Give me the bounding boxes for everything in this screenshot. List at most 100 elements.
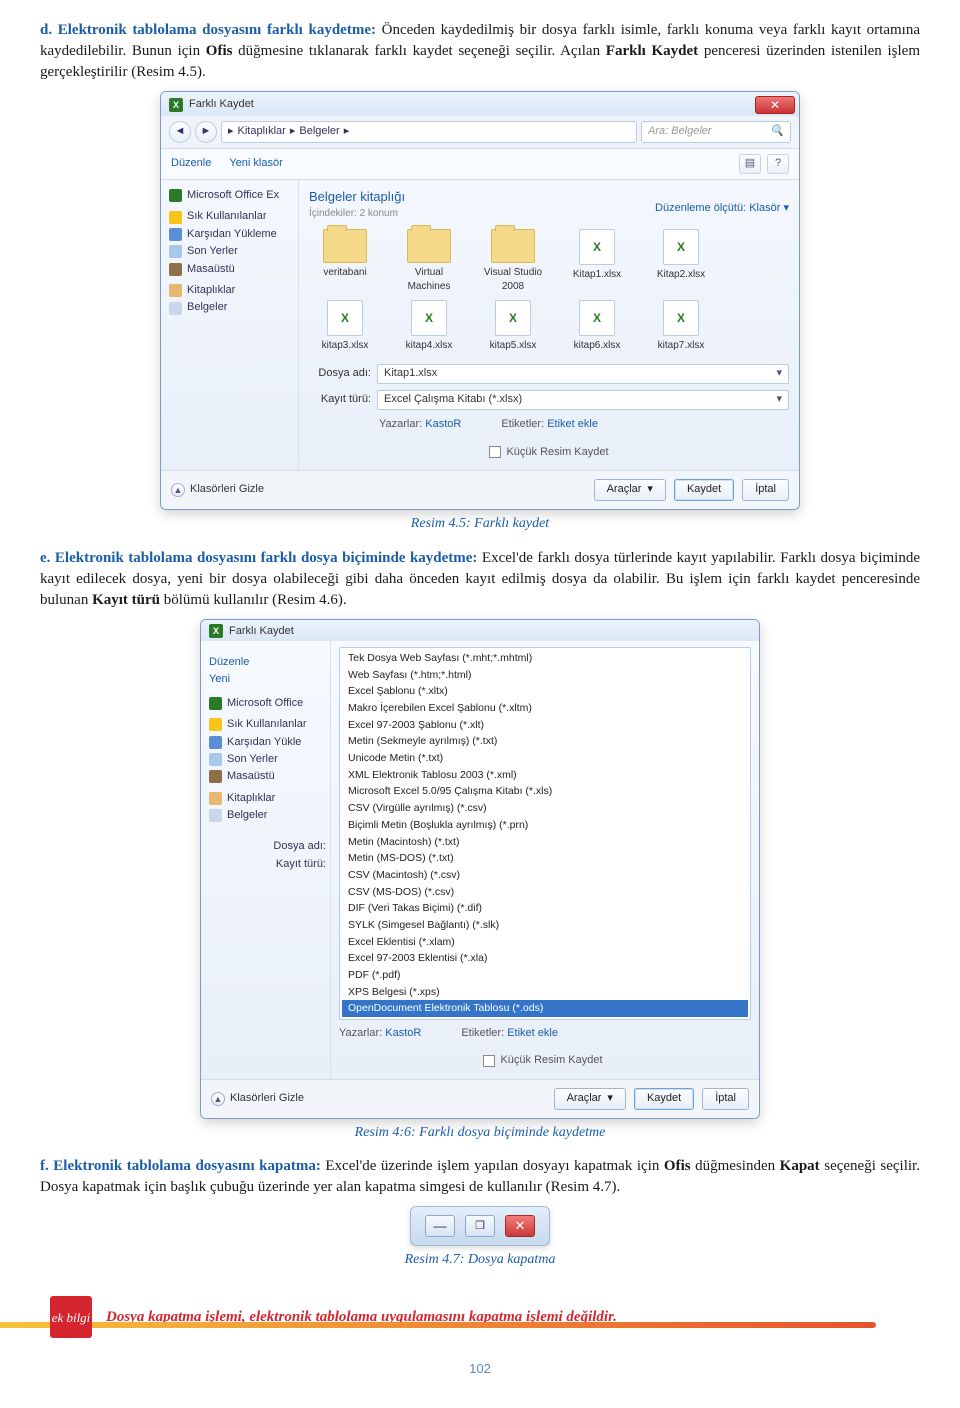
filetype-option[interactable]: XPS Belgesi (*.xps) <box>342 984 748 1001</box>
figure-window-controls: Resim 4.7: Dosya kapatma <box>40 1206 920 1280</box>
paragraph-e: e. Elektronik tablolama dosyasını farklı… <box>40 548 920 611</box>
dialog-footer: ▲Klasörleri Gizle Araçlar ▾ Kaydet İptal <box>201 1079 759 1118</box>
filetype-option[interactable]: CSV (Virgülle ayrılmış) (*.csv) <box>342 800 748 817</box>
filetype-option[interactable]: OpenDocument Elektronik Tablosu (*.ods) <box>342 1000 748 1017</box>
tip-tag: ek bilgi <box>50 1296 92 1338</box>
filetype-option[interactable]: Excel Eklentisi (*.xlam) <box>342 934 748 951</box>
filetype-option[interactable]: Excel Şablonu (*.xltx) <box>342 683 748 700</box>
filetype-option[interactable]: DIF (Veri Takas Biçimi) (*.dif) <box>342 900 748 917</box>
filetype-field[interactable]: Excel Çalışma Kitabı (*.xlsx)▾ <box>377 390 789 410</box>
expand-icon[interactable]: ▲ <box>171 483 185 497</box>
organize-button[interactable]: Düzenle <box>171 156 211 171</box>
tools-button[interactable]: Araçlar ▾ <box>554 1088 626 1110</box>
download-icon <box>169 228 182 241</box>
file-item[interactable]: kitap3.xlsx <box>309 300 381 353</box>
filetype-option[interactable]: XML Elektronik Tablosu 2003 (*.xml) <box>342 767 748 784</box>
filetype-option[interactable]: Excel 97-2003 Şablonu (*.xlt) <box>342 717 748 734</box>
chevron-down-icon: ▾ <box>776 392 782 407</box>
paragraph-f: f. Elektronik tablolama dosyasını kapatm… <box>40 1156 920 1198</box>
library-subtitle: İçindekiler: 2 konum <box>309 207 405 221</box>
breadcrumb[interactable]: ▸Kitaplıklar ▸Belgeler ▸ <box>221 121 637 143</box>
filetype-option[interactable]: Web Sayfası (*.htm;*.html) <box>342 667 748 684</box>
cancel-button[interactable]: İptal <box>702 1088 749 1110</box>
filetype-option[interactable]: Makro İçerebilen Excel Şablonu (*.xltm) <box>342 700 748 717</box>
filetype-option[interactable]: Metin (Macintosh) (*.txt) <box>342 834 748 851</box>
folder-item[interactable]: Visual Studio 2008 <box>477 229 549 294</box>
file-item[interactable]: kitap7.xlsx <box>645 300 717 353</box>
thumbnail-checkbox[interactable]: Küçük Resim Kaydet <box>309 445 789 460</box>
excel-file-icon <box>663 300 699 336</box>
filename-label: Dosya adı: <box>309 366 371 381</box>
close-button[interactable] <box>505 1215 535 1237</box>
file-item[interactable]: Kitap2.xlsx <box>645 229 717 294</box>
excel-file-icon <box>663 229 699 265</box>
chevron-down-icon: ▾ <box>607 1091 613 1106</box>
excel-file-icon <box>327 300 363 336</box>
dialog-title: Farklı Kaydet <box>229 624 294 639</box>
search-input[interactable]: Ara: Belgeler 🔍 <box>641 121 791 143</box>
excel-file-icon <box>579 300 615 336</box>
excel-icon <box>209 697 222 710</box>
filetype-option[interactable]: Microsoft Excel 5.0/95 Çalışma Kitabı (*… <box>342 783 748 800</box>
lead-d: d. Elektronik tablolama dosyasını farklı… <box>40 22 376 38</box>
star-icon <box>169 211 182 224</box>
filetype-option[interactable]: PDF (*.pdf) <box>342 967 748 984</box>
recent-icon <box>209 753 222 766</box>
filetype-option[interactable]: Metin (MS-DOS) (*.txt) <box>342 850 748 867</box>
minimize-button[interactable] <box>425 1215 455 1237</box>
help-icon[interactable]: ? <box>767 154 789 174</box>
excel-icon <box>169 189 182 202</box>
star-icon <box>209 718 222 731</box>
forward-button[interactable]: ► <box>195 121 217 143</box>
figure-saveas: X Farklı Kaydet ✕ ◄ ► ▸Kitaplıklar ▸Belg… <box>40 91 920 544</box>
filetype-option[interactable]: CSV (MS-DOS) (*.csv) <box>342 884 748 901</box>
view-button[interactable]: ▤ <box>739 154 761 174</box>
tools-button[interactable]: Araçlar ▾ <box>594 479 666 501</box>
file-item[interactable]: Kitap1.xlsx <box>561 229 633 294</box>
filetype-option[interactable]: Tek Dosya Web Sayfası (*.mht;*.mhtml) <box>342 650 748 667</box>
file-item[interactable]: kitap6.xlsx <box>561 300 633 353</box>
expand-icon[interactable]: ▲ <box>211 1092 225 1106</box>
filetype-option[interactable]: Unicode Metin (*.txt) <box>342 750 748 767</box>
filetype-option[interactable]: CSV (Macintosh) (*.csv) <box>342 867 748 884</box>
arrange-by[interactable]: Düzenleme ölçütü: Klasör ▾ <box>655 201 789 216</box>
desktop-icon <box>209 770 222 783</box>
file-item[interactable]: kitap4.xlsx <box>393 300 465 353</box>
filename-field[interactable]: Kitap1.xlsx▾ <box>377 364 789 384</box>
tip-box: ek bilgi Dosya kapatma işlemi, elektroni… <box>40 1296 920 1338</box>
figure-caption: Resim 4.7: Dosya kapatma <box>405 1250 556 1270</box>
dialog-titlebar: X Farklı Kaydet ✕ <box>161 92 799 116</box>
new-folder-button[interactable]: Yeni klasör <box>229 156 282 171</box>
close-icon[interactable]: ✕ <box>755 96 795 114</box>
thumbnail-checkbox[interactable]: Küçük Resim Kaydet <box>335 1053 751 1068</box>
filetype-option[interactable]: Excel 97-2003 Eklentisi (*.xla) <box>342 950 748 967</box>
filetype-option[interactable]: Metin (Sekmeyle ayrılmış) (*.txt) <box>342 733 748 750</box>
documents-icon <box>169 302 182 315</box>
saveas-dialog: X Farklı Kaydet ✕ ◄ ► ▸Kitaplıklar ▸Belg… <box>160 91 800 510</box>
sidebar: Microsoft Office Ex Sık Kullanılanlar Ka… <box>161 180 299 470</box>
search-icon: 🔍 <box>770 124 784 139</box>
library-icon <box>209 792 222 805</box>
excel-file-icon <box>495 300 531 336</box>
filetype-option[interactable]: Biçimli Metin (Boşlukla ayrılmış) (*.prn… <box>342 817 748 834</box>
folder-item[interactable]: Virtual Machines <box>393 229 465 294</box>
lead-e: e. Elektronik tablolama dosyasını farklı… <box>40 550 477 566</box>
filetype-dropdown-list[interactable]: Tek Dosya Web Sayfası (*.mht;*.mhtml)Web… <box>339 647 751 1020</box>
excel-icon: X <box>169 98 183 112</box>
folder-icon <box>491 229 535 263</box>
file-item[interactable]: kitap5.xlsx <box>477 300 549 353</box>
maximize-button[interactable] <box>465 1215 495 1237</box>
folder-item[interactable]: veritabani <box>309 229 381 294</box>
cancel-button[interactable]: İptal <box>742 479 789 501</box>
save-button[interactable]: Kaydet <box>634 1088 694 1110</box>
library-icon <box>169 284 182 297</box>
back-button[interactable]: ◄ <box>169 121 191 143</box>
saveas-dialog-small: X Farklı Kaydet Düzenle Yeni Microsoft O… <box>200 619 760 1119</box>
dialog-footer: ▲Klasörleri Gizle Araçlar ▾ Kaydet İptal <box>161 470 799 509</box>
chevron-down-icon: ▾ <box>776 366 782 381</box>
figure-filetypes: X Farklı Kaydet Düzenle Yeni Microsoft O… <box>40 619 920 1153</box>
save-button[interactable]: Kaydet <box>674 479 734 501</box>
filetype-option[interactable]: SYLK (Simgesel Bağlantı) (*.slk) <box>342 917 748 934</box>
folder-icon <box>323 229 367 263</box>
file-area: Belgeler kitaplığı İçindekiler: 2 konum … <box>299 180 799 470</box>
